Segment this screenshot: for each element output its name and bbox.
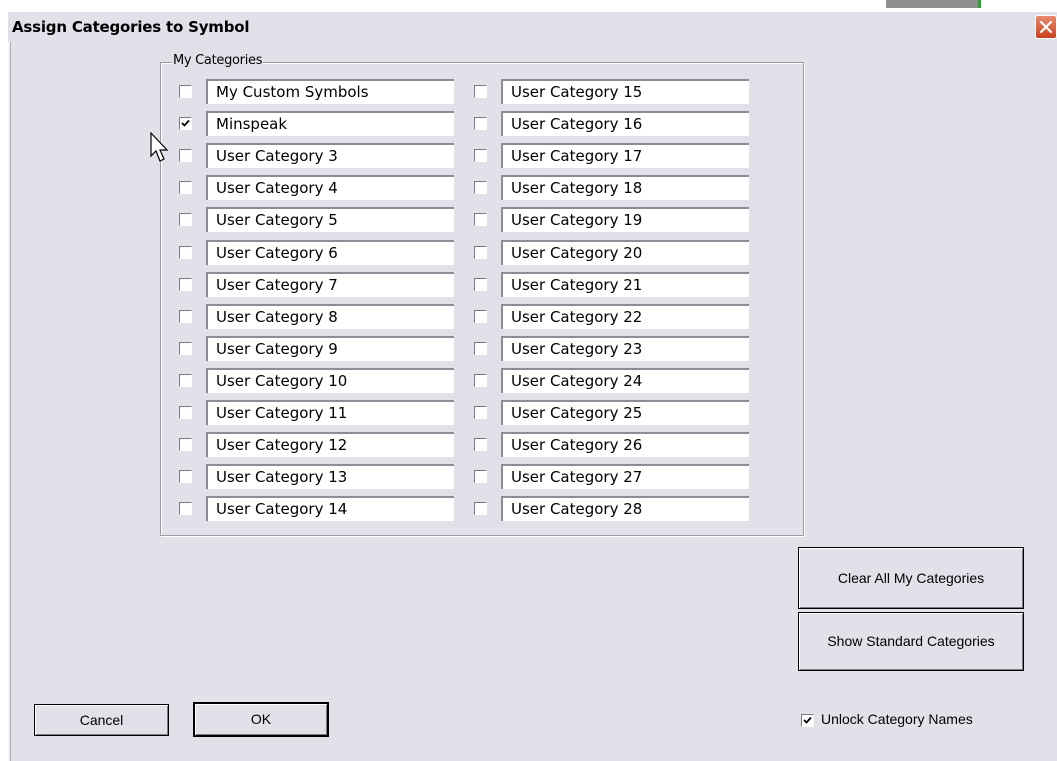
mouse-cursor-icon	[150, 132, 169, 162]
category-name-field[interactable]: User Category 28	[501, 496, 749, 521]
category-checkbox[interactable]	[179, 149, 192, 162]
category-checkbox[interactable]	[474, 310, 487, 323]
dialog-title: Assign Categories to Symbol	[12, 18, 250, 36]
category-name-field[interactable]: User Category 26	[501, 432, 749, 457]
category-checkbox[interactable]	[179, 117, 192, 130]
show-standard-categories-label: Show Standard Categories	[827, 633, 995, 649]
category-name-field[interactable]: User Category 25	[501, 400, 749, 425]
clear-all-categories-button[interactable]: Clear All My Categories	[798, 547, 1024, 609]
category-checkbox[interactable]	[179, 246, 192, 259]
category-name-field[interactable]: User Category 22	[501, 304, 749, 329]
category-checkbox[interactable]	[179, 85, 192, 98]
category-checkbox[interactable]	[474, 85, 487, 98]
window-left-edge	[8, 42, 11, 761]
category-name-field[interactable]: User Category 13	[206, 464, 454, 489]
cancel-button[interactable]: Cancel	[34, 704, 169, 736]
category-checkbox[interactable]	[474, 213, 487, 226]
category-name-field[interactable]: User Category 4	[206, 175, 454, 200]
category-checkbox[interactable]	[179, 278, 192, 291]
title-bar[interactable]: Assign Categories to Symbol	[8, 12, 1057, 42]
category-name-field[interactable]: User Category 17	[501, 143, 749, 168]
category-name-field[interactable]: User Category 5	[206, 207, 454, 232]
category-name-field[interactable]: User Category 24	[501, 368, 749, 393]
unlock-category-names-checkbox[interactable]	[801, 714, 814, 727]
checkmark-icon	[181, 119, 190, 127]
close-icon	[1039, 20, 1053, 34]
category-name-field[interactable]: User Category 16	[501, 111, 749, 136]
category-name-field[interactable]: User Category 8	[206, 304, 454, 329]
category-name-field[interactable]: Minspeak	[206, 111, 454, 136]
category-name-field[interactable]: User Category 27	[501, 464, 749, 489]
category-name-field[interactable]: User Category 20	[501, 240, 749, 265]
ok-button[interactable]: OK	[193, 702, 329, 737]
category-checkbox[interactable]	[474, 117, 487, 130]
category-checkbox[interactable]	[474, 502, 487, 515]
category-name-field[interactable]: User Category 9	[206, 336, 454, 361]
category-name-field[interactable]: User Category 14	[206, 496, 454, 521]
category-checkbox[interactable]	[474, 149, 487, 162]
category-name-field[interactable]: User Category 7	[206, 272, 454, 297]
category-name-field[interactable]: User Category 11	[206, 400, 454, 425]
category-name-field[interactable]: User Category 19	[501, 207, 749, 232]
category-name-field[interactable]: User Category 23	[501, 336, 749, 361]
background-strip	[886, 0, 981, 8]
close-button[interactable]	[1035, 15, 1057, 39]
category-checkbox[interactable]	[474, 181, 487, 194]
ok-label: OK	[250, 711, 272, 727]
category-checkbox[interactable]	[179, 213, 192, 226]
category-name-field[interactable]: User Category 12	[206, 432, 454, 457]
category-checkbox[interactable]	[474, 470, 487, 483]
category-checkbox[interactable]	[474, 342, 487, 355]
category-checkbox[interactable]	[179, 406, 192, 419]
my-categories-label: My Categories	[172, 53, 264, 68]
category-checkbox[interactable]	[179, 470, 192, 483]
category-checkbox[interactable]	[474, 374, 487, 387]
category-name-field[interactable]: User Category 21	[501, 272, 749, 297]
clear-all-categories-label: Clear All My Categories	[837, 570, 985, 586]
category-checkbox[interactable]	[179, 342, 192, 355]
category-name-field[interactable]: User Category 10	[206, 368, 454, 393]
dialog-window: Assign Categories to Symbol My Categorie…	[8, 12, 1057, 761]
category-name-field[interactable]: User Category 18	[501, 175, 749, 200]
unlock-category-names-label: Unlock Category Names	[821, 711, 973, 727]
category-checkbox[interactable]	[474, 278, 487, 291]
category-checkbox[interactable]	[474, 246, 487, 259]
category-checkbox[interactable]	[179, 438, 192, 451]
background-strip-accent	[978, 0, 981, 8]
category-name-field[interactable]: My Custom Symbols	[206, 79, 454, 104]
category-checkbox[interactable]	[179, 181, 192, 194]
category-checkbox[interactable]	[179, 374, 192, 387]
category-name-field[interactable]: User Category 6	[206, 240, 454, 265]
category-checkbox[interactable]	[474, 438, 487, 451]
cancel-label: Cancel	[79, 712, 124, 728]
category-checkbox[interactable]	[179, 502, 192, 515]
category-checkbox[interactable]	[474, 406, 487, 419]
checkmark-icon	[803, 716, 812, 724]
category-name-field[interactable]: User Category 3	[206, 143, 454, 168]
category-checkbox[interactable]	[179, 310, 192, 323]
show-standard-categories-button[interactable]: Show Standard Categories	[798, 612, 1024, 671]
category-name-field[interactable]: User Category 15	[501, 79, 749, 104]
